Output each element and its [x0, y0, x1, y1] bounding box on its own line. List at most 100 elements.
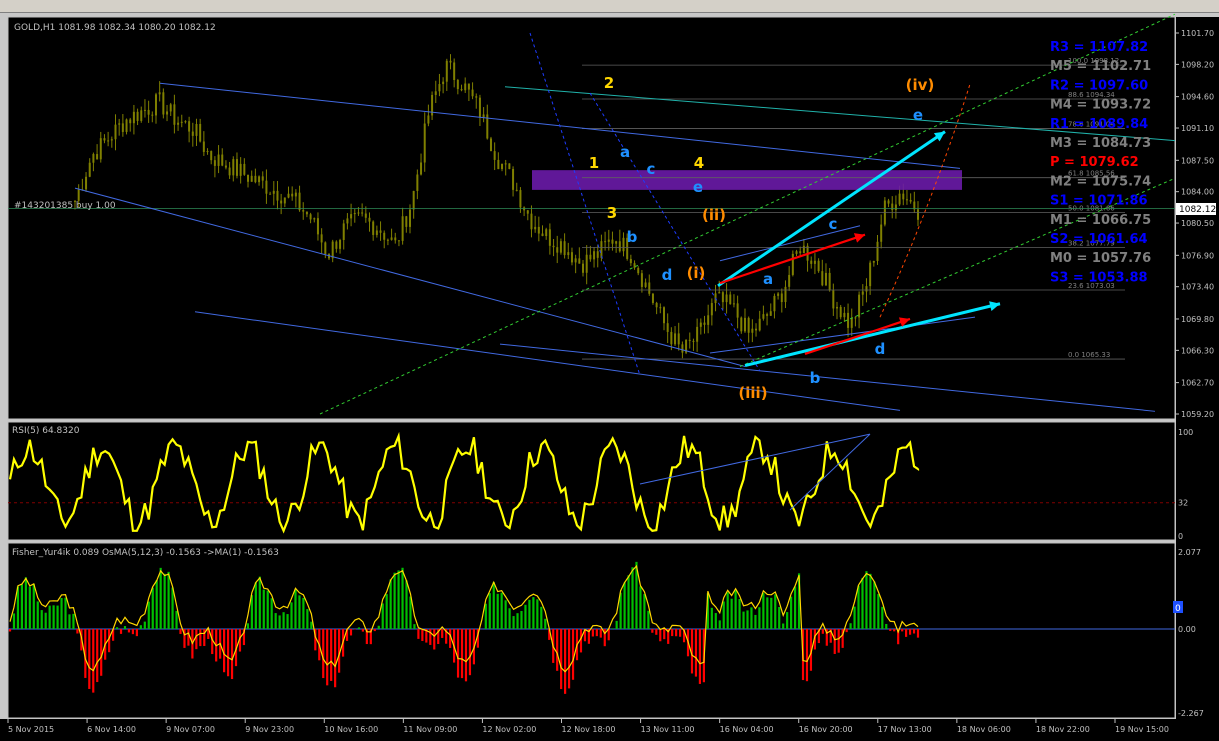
candle-body [777, 293, 780, 296]
candle-body [604, 241, 607, 243]
candle-body [438, 84, 441, 92]
candle-body [394, 237, 397, 241]
candle-body [276, 190, 279, 201]
candle-body [353, 213, 356, 215]
time-label: 6 Nov 14:00 [87, 725, 136, 734]
candle-body [755, 328, 758, 331]
candle-body [464, 83, 467, 91]
wave-label: a [620, 143, 630, 161]
candle-body [313, 218, 316, 220]
candle-body [258, 176, 261, 183]
current-price: 1082.12 [1179, 205, 1216, 215]
candle-body [902, 193, 905, 200]
candle-body [460, 89, 463, 91]
candle-body [670, 331, 673, 345]
price-tick-label: 1101.70 [1181, 29, 1214, 38]
resistance-zone [532, 170, 962, 190]
candle-body [710, 303, 713, 316]
candle-body [600, 241, 603, 258]
candle-body [828, 272, 831, 291]
time-label: 13 Nov 11:00 [641, 725, 695, 734]
price-tick-label: 1076.90 [1181, 251, 1214, 260]
candle-body [585, 254, 588, 273]
candle-body [861, 291, 864, 295]
wave-label: 1 [589, 154, 599, 172]
candle-body [489, 138, 492, 152]
candle-body [872, 260, 875, 263]
candle-body [501, 163, 504, 170]
wave-label: (i) [687, 264, 706, 282]
candle-body [147, 109, 150, 115]
time-label: 5 Nov 2015 [8, 725, 54, 734]
candle-body [780, 293, 783, 303]
candle-body [666, 323, 669, 332]
pivot-label: S2 = 1061.64 [1050, 232, 1148, 247]
rsi-tick-label: 100 [1178, 428, 1193, 437]
candle-body [265, 180, 268, 194]
candle-body [578, 258, 581, 264]
candle-body [824, 272, 827, 286]
candle-body [633, 263, 636, 268]
candle-body [173, 104, 176, 125]
trading-chart[interactable]: 100.0 1098.1288.6 1094.3478.6 1091.0461.… [0, 12, 1219, 741]
candle-body [298, 192, 301, 211]
candle-body [239, 163, 242, 176]
candle-body [320, 234, 323, 243]
candle-body [747, 317, 750, 333]
pivot-label: P = 1079.62 [1050, 155, 1139, 170]
candle-body [283, 197, 286, 204]
candle-body [232, 159, 235, 176]
candle-body [559, 241, 562, 253]
candle-body [692, 340, 695, 342]
candle-body [530, 213, 533, 230]
candle-body [357, 212, 360, 214]
candle-body [195, 123, 198, 136]
candle-body [898, 193, 901, 205]
candle-body [188, 121, 191, 132]
candle-body [129, 119, 132, 124]
wave-label: a [763, 270, 773, 288]
candle-body [213, 160, 216, 166]
candle-body [651, 293, 654, 303]
pivot-label: M1 = 1066.75 [1050, 213, 1151, 228]
candle-body [696, 326, 699, 342]
candle-body [110, 139, 113, 141]
pivot-label: R2 = 1097.60 [1050, 78, 1148, 93]
candle-body [99, 138, 102, 160]
candle-body [361, 212, 364, 214]
candle-body [445, 60, 448, 82]
pivot-label: M0 = 1057.76 [1050, 251, 1151, 266]
candle-body [243, 163, 246, 175]
wave-label: 2 [604, 74, 614, 92]
candle-body [648, 282, 651, 294]
candle-body [423, 123, 426, 163]
price-tick-label: 1094.60 [1181, 93, 1214, 102]
candle-body [721, 292, 724, 303]
candle-body [644, 282, 647, 287]
time-label: 19 Nov 15:00 [1115, 725, 1169, 734]
candle-body [372, 221, 375, 235]
candle-body [813, 260, 816, 264]
rsi-panel[interactable] [7, 421, 1176, 541]
candle-body [791, 253, 794, 275]
candle-body [640, 273, 643, 287]
candle-body [386, 239, 389, 241]
candle-body [103, 138, 106, 141]
candle-body [397, 240, 400, 242]
fisher-tick-label: 0.00 [1178, 625, 1196, 634]
candle-body [556, 247, 559, 253]
candle-body [519, 190, 522, 208]
candle-body [788, 274, 791, 287]
price-scale [1176, 17, 1219, 719]
wave-label: (iv) [906, 76, 935, 94]
candle-body [773, 295, 776, 312]
candle-body [228, 167, 231, 176]
time-label: 12 Nov 18:00 [562, 725, 616, 734]
candle-body [280, 200, 283, 204]
candle-body [699, 322, 702, 327]
candle-body [512, 168, 515, 190]
candle-body [143, 109, 146, 111]
candle-body [832, 290, 835, 309]
candle-body [453, 62, 456, 81]
candle-body [596, 251, 599, 258]
